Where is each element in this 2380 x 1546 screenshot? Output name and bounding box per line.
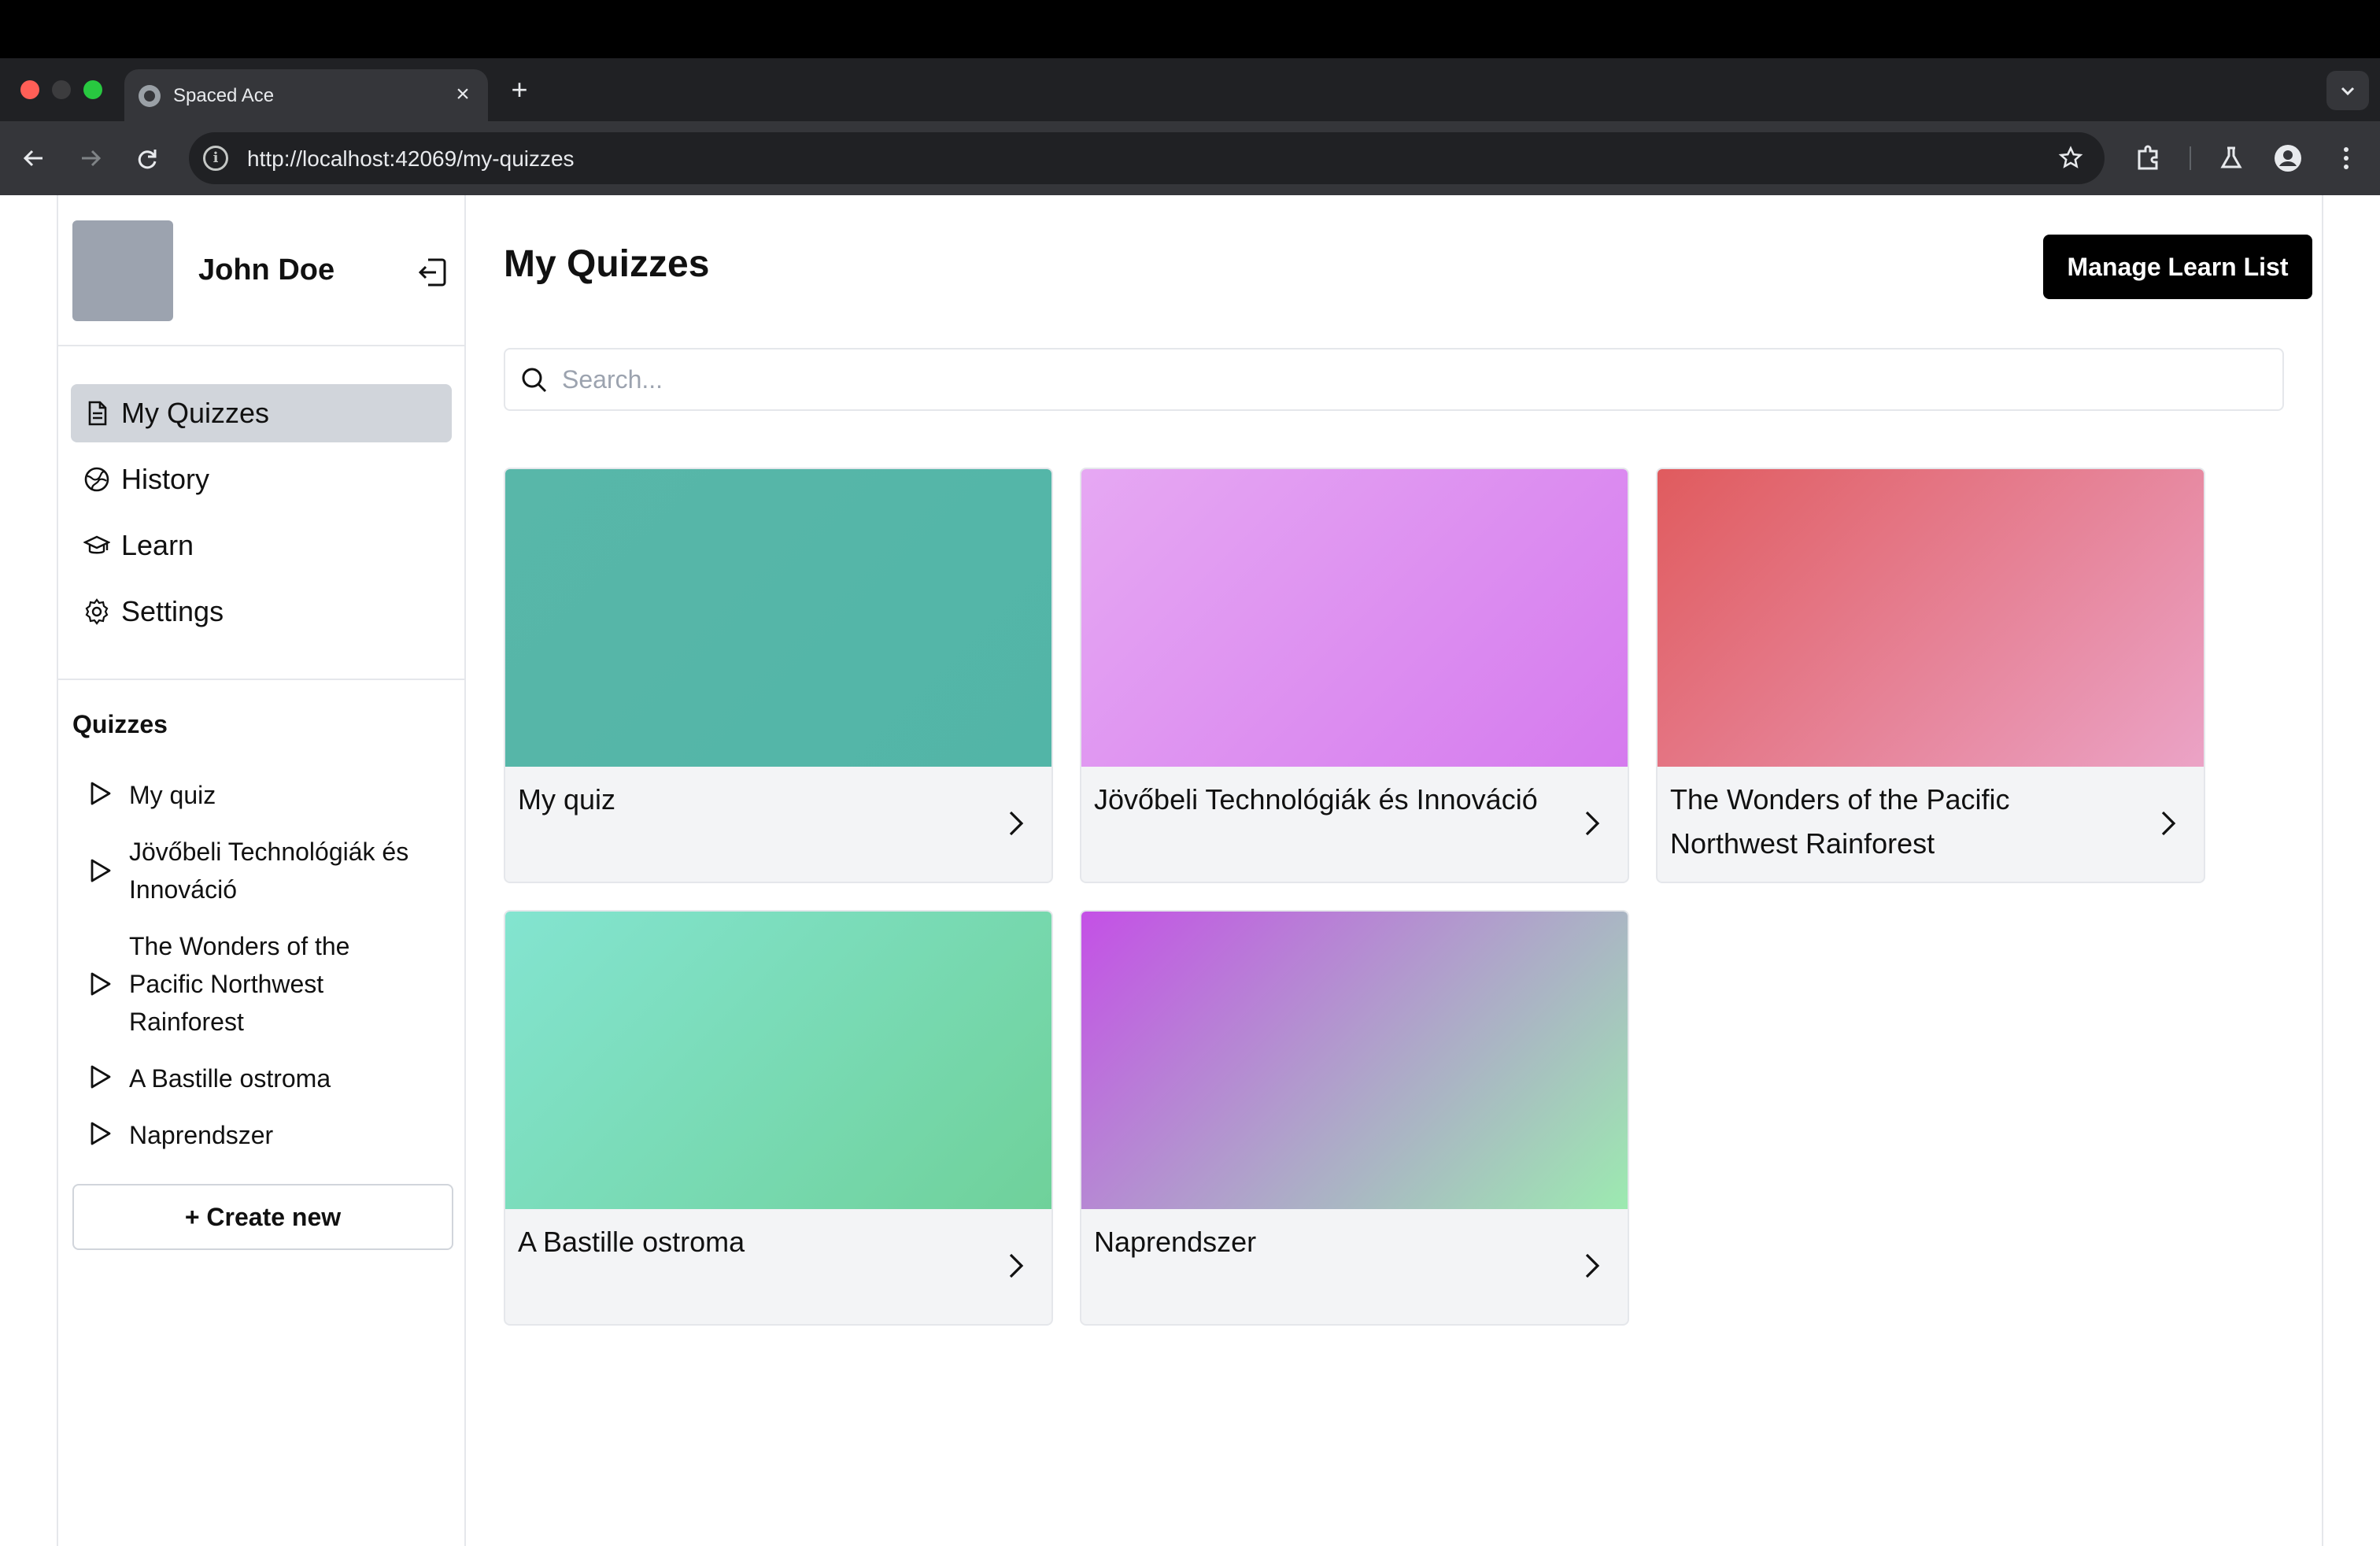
main-content: My Quizzes Manage Learn List My quiz Jöv… [468,195,2322,1546]
toolbar-divider [2190,146,2191,170]
sidebar-quiz-label: My quiz [129,781,216,809]
quiz-card[interactable]: Naprendszer [1080,910,1629,1326]
sidebar-quiz-item[interactable]: Naprendszer [72,1116,450,1156]
address-bar[interactable]: i http://localhost:42069/my-quizzes [189,132,2105,184]
menu-bar-area [0,0,2380,58]
profile-section: John Doe [58,195,464,346]
quizzes-section: Quizzes My quiz Jövőbeli Technológiák és… [58,679,464,1149]
graduation-cap-icon [83,535,110,554]
new-tab-button[interactable]: + [504,74,535,105]
nav-item-my-quizzes[interactable]: My Quizzes [71,384,452,442]
reload-button[interactable] [129,140,165,176]
browser-tab[interactable]: Spaced Ace × [124,69,488,121]
search-icon [522,368,547,393]
page-viewport: John Doe My Quizzes History Learn Settin… [0,195,2380,1546]
sidebar-quiz-label: Naprendszer [129,1121,274,1149]
quizzes-heading: Quizzes [72,710,168,738]
content-right-border [2322,195,2323,1546]
sidebar-quiz-label: Jövőbeli Technológiák és Innováció [129,838,409,904]
sidebar-quiz-item[interactable]: The Wonders of the Pacific Northwest Rai… [72,927,450,1041]
nav-item-learn[interactable]: Learn [71,516,452,575]
tab-close-button[interactable]: × [449,80,477,109]
chevron-right-icon[interactable] [1000,1250,1031,1282]
quiz-card-title: Jövőbeli Technológiák és Innováció [1094,783,1538,816]
quiz-card-cover [505,469,1051,767]
history-icon [84,467,109,492]
chevron-right-icon[interactable] [2152,808,2183,839]
play-icon [91,1122,111,1145]
globe-icon [139,85,161,107]
document-icon [88,401,107,426]
avatar[interactable] [72,220,173,321]
nav-item-label: Learn [121,529,194,561]
sidebar-quiz-item[interactable]: A Bastille ostroma [72,1060,450,1099]
quiz-card-title: Naprendszer [1094,1226,1257,1258]
sidebar-quiz-label: The Wonders of the Pacific Northwest Rai… [129,932,350,1036]
sidebar-quiz-label: A Bastille ostroma [129,1064,331,1093]
forward-button[interactable] [72,140,109,176]
sidebar-quiz-item[interactable]: My quiz [72,776,450,816]
logout-icon[interactable] [416,255,450,290]
extensions-icon[interactable] [2130,140,2166,176]
more-menu-icon[interactable] [2328,140,2364,176]
url-text[interactable]: http://localhost:42069/my-quizzes [247,146,575,172]
nav-item-settings[interactable]: Settings [71,583,452,641]
manage-learn-list-button[interactable]: Manage Learn List [2043,235,2312,299]
quiz-card[interactable]: My quiz [504,468,1053,883]
nav-item-label: Settings [121,595,224,627]
sidebar: John Doe My Quizzes History Learn Settin… [57,195,466,1546]
browser-toolbar: i http://localhost:42069/my-quizzes [0,121,2380,195]
chevron-down-icon [2341,87,2355,96]
chevron-right-icon[interactable] [1576,1250,1607,1282]
nav-item-label: My Quizzes [121,397,270,429]
close-window-button[interactable] [20,80,39,99]
labs-flask-icon[interactable] [2213,140,2249,176]
quiz-card-cover [1081,469,1628,767]
profile-icon[interactable] [2270,140,2306,176]
nav-item-label: History [121,463,210,495]
search-box [504,348,2284,411]
search-input[interactable] [562,361,2262,398]
create-new-button[interactable]: + Create new [72,1184,453,1250]
play-icon [91,1065,111,1089]
gear-icon [85,598,109,625]
minimize-window-button[interactable] [52,80,71,99]
quiz-card[interactable]: Jövőbeli Technológiák és Innováció [1080,468,1629,883]
user-name: John Doe [198,253,335,287]
quiz-card-title: The Wonders of the Pacific Northwest Rai… [1670,783,2010,860]
play-icon [91,782,111,805]
chevron-right-icon[interactable] [1576,808,1607,839]
tab-search-button[interactable] [2326,71,2369,110]
main-nav: My Quizzes History Learn Settings [71,384,452,649]
nav-item-history[interactable]: History [71,450,452,509]
quiz-card-title: My quiz [518,783,616,816]
play-icon [91,859,111,882]
tab-title: Spaced Ace [173,85,275,106]
quiz-card[interactable]: A Bastille ostroma [504,910,1053,1326]
page-title: My Quizzes [504,243,710,285]
quiz-card[interactable]: The Wonders of the Pacific Northwest Rai… [1656,468,2205,883]
play-icon [91,972,111,996]
chevron-right-icon[interactable] [1000,808,1031,839]
bookmark-star-icon[interactable] [2057,145,2084,172]
quiz-card-cover [1658,469,2204,767]
site-info-icon[interactable]: i [203,146,228,171]
sidebar-quiz-item[interactable]: Jövőbeli Technológiák és Innováció [72,833,450,908]
quiz-card-cover [1081,912,1628,1209]
back-button[interactable] [16,140,52,176]
quiz-card-title: A Bastille ostroma [518,1226,745,1258]
maximize-window-button[interactable] [83,80,102,99]
quiz-card-cover [505,912,1051,1209]
